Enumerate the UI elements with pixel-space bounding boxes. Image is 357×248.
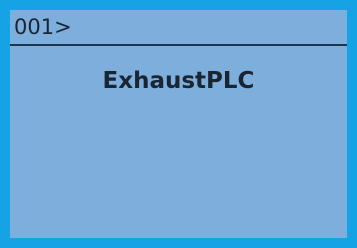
command-prompt: 001> [14, 15, 72, 39]
lcd-display: 001> ExhaustPLC [0, 0, 357, 248]
device-name-label: ExhaustPLC [102, 68, 255, 94]
display-header: 001> [10, 10, 347, 46]
